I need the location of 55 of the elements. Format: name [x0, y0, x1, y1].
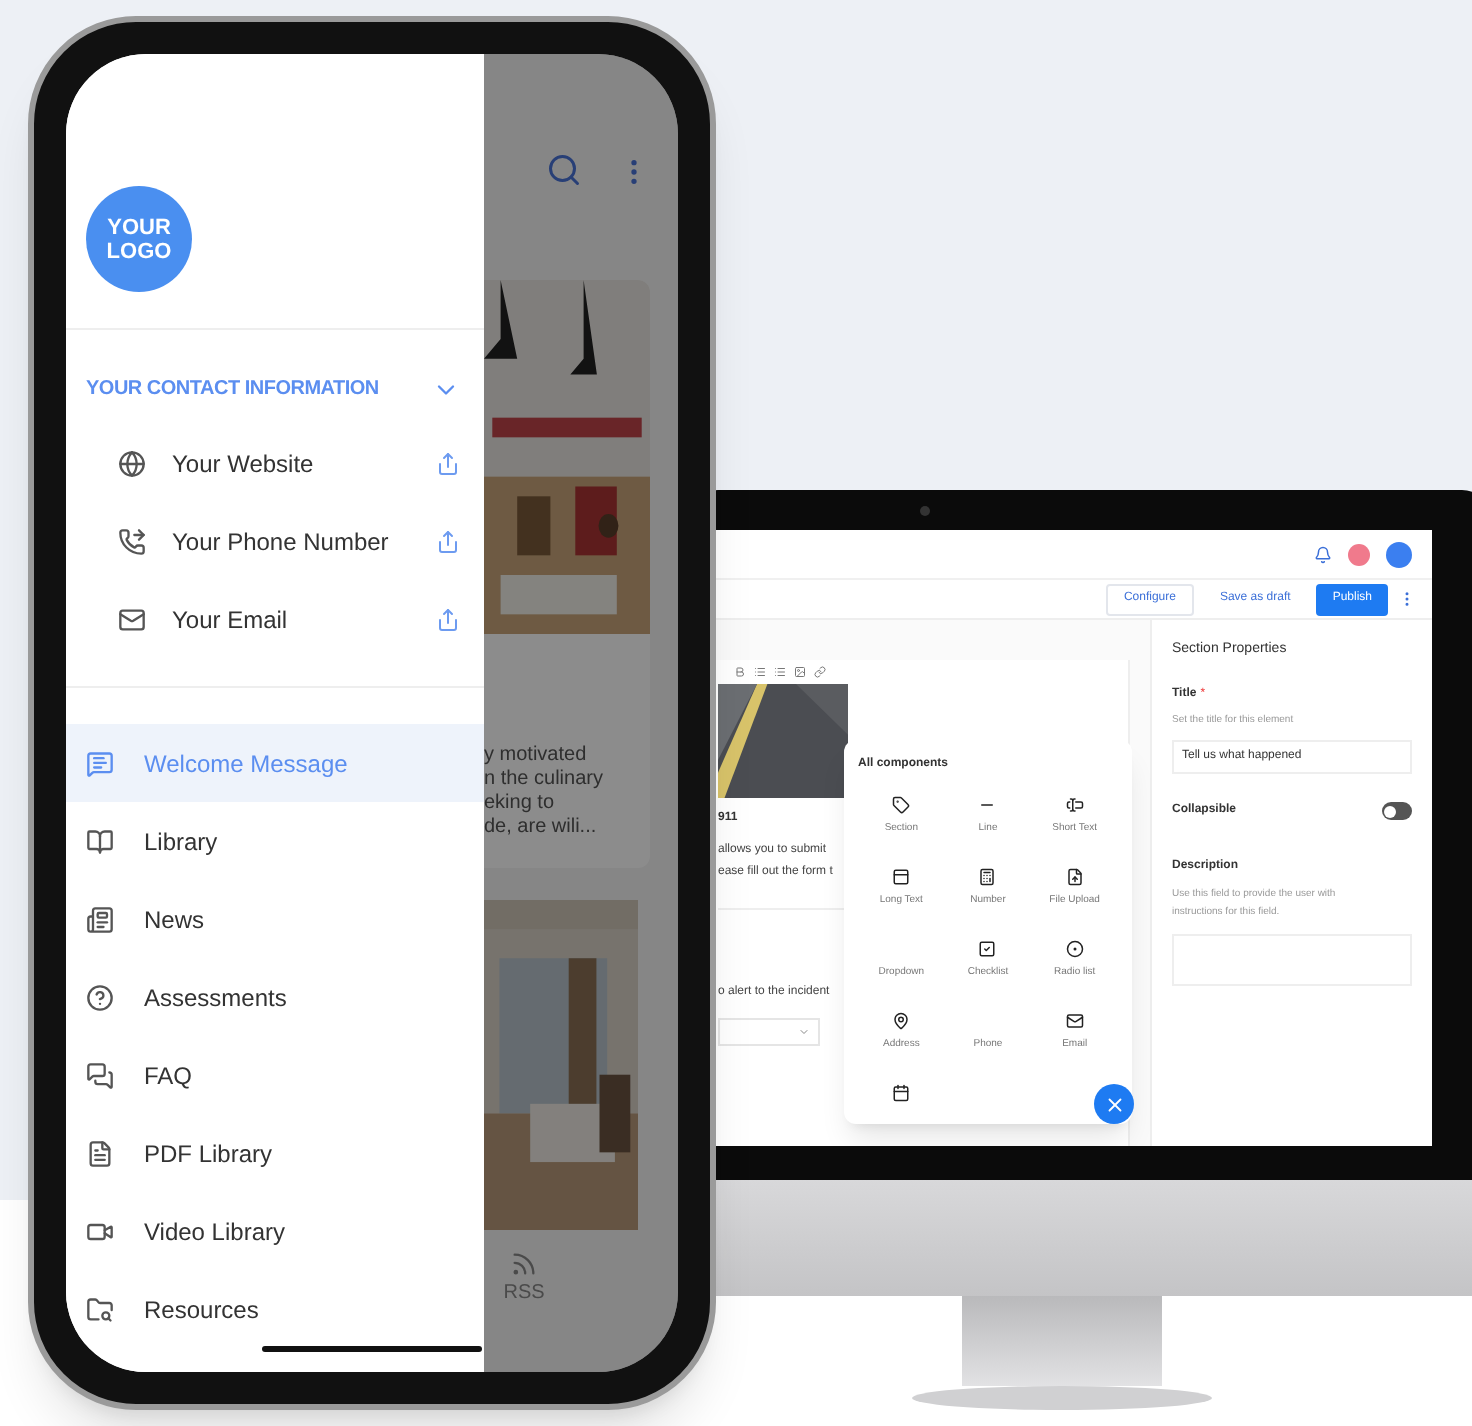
menu-item[interactable]: Library — [66, 802, 484, 880]
document-icon — [86, 1139, 114, 1167]
close-icon — [1103, 1093, 1125, 1115]
help-icon — [86, 983, 114, 1011]
checkbox-icon[interactable] — [978, 939, 997, 957]
menu-item[interactable]: Video Library — [66, 1192, 484, 1270]
collapsible-toggle[interactable] — [1382, 802, 1412, 820]
menu-item[interactable]: Welcome Message — [66, 724, 484, 802]
globe-icon — [118, 449, 146, 477]
menu-item[interactable]: PDF Library — [66, 1114, 484, 1192]
search-icon[interactable] — [546, 152, 582, 188]
menu-item[interactable]: FAQ — [66, 1036, 484, 1114]
message-icon — [86, 749, 114, 777]
pin-icon[interactable] — [892, 1011, 911, 1029]
card-text: y motivated — [484, 744, 589, 768]
section-heading: YOUR CONTACT INFORMATION — [86, 376, 379, 404]
mail-icon — [118, 605, 146, 633]
bold-icon[interactable] — [734, 666, 746, 678]
radio-icon[interactable] — [1065, 939, 1084, 957]
chat-icon — [86, 1061, 114, 1089]
menu-item[interactable]: Resources — [66, 1270, 484, 1348]
book-icon — [86, 827, 114, 855]
list-icon[interactable] — [754, 666, 766, 678]
avatar[interactable] — [1386, 541, 1412, 567]
avatar[interactable] — [1348, 543, 1370, 565]
bell-icon[interactable] — [1314, 545, 1332, 563]
logo: YOUR LOGO — [86, 186, 192, 292]
contact-link[interactable]: Your Email — [172, 601, 436, 637]
panel-icon[interactable] — [892, 867, 911, 885]
card-text: eking to — [484, 792, 557, 816]
phone-icon — [118, 527, 146, 555]
calendar-icon[interactable] — [892, 1083, 911, 1101]
dropdown-field[interactable] — [718, 1018, 820, 1046]
file-icon[interactable] — [1065, 867, 1084, 885]
menu-item[interactable]: News — [66, 880, 484, 958]
rss-icon — [510, 1250, 538, 1278]
card-text: n the culinary — [484, 768, 605, 792]
contact-link[interactable]: Your Phone Number — [172, 523, 436, 559]
chevron-icon — [798, 1026, 810, 1038]
share-icon[interactable] — [436, 451, 460, 475]
text-input-icon[interactable] — [1065, 795, 1084, 813]
list-icon[interactable] — [774, 666, 786, 678]
share-icon[interactable] — [436, 607, 460, 631]
contact-link[interactable]: Your Website — [172, 445, 436, 481]
card-text: de, are wili... — [484, 816, 599, 840]
folder-icon — [86, 1295, 114, 1323]
calculator-icon[interactable] — [978, 867, 997, 885]
menu-item[interactable]: Assessments — [66, 958, 484, 1036]
share-icon[interactable] — [436, 529, 460, 553]
newspaper-icon — [86, 905, 114, 933]
camera — [920, 506, 930, 516]
mail-icon[interactable] — [1065, 1011, 1084, 1029]
tag-icon[interactable] — [892, 795, 911, 813]
image-icon[interactable] — [794, 666, 806, 678]
link-icon[interactable] — [814, 666, 826, 678]
